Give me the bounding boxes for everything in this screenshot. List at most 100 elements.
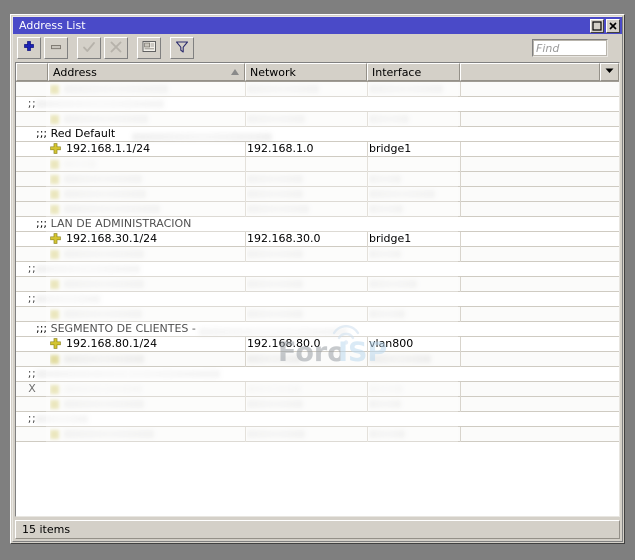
cell-network: 192.168.1.0	[247, 142, 314, 155]
table-row[interactable]	[16, 187, 619, 202]
cell-extra	[462, 397, 619, 411]
chevron-down-icon	[604, 64, 615, 80]
column-header-flag[interactable]	[16, 63, 48, 81]
table-row[interactable]: 192.168.1.1/24 192.168.1.0 bridge1	[16, 142, 619, 157]
table-row[interactable]	[16, 172, 619, 187]
cell-extra	[462, 307, 619, 321]
cell-address	[50, 427, 244, 441]
cell-network	[247, 352, 365, 366]
cell-network	[247, 277, 365, 291]
table-row-comment[interactable]: ;;; Red Default	[16, 127, 619, 142]
column-chooser-button[interactable]	[600, 63, 619, 81]
cell-network: 192.168.80.0	[247, 337, 321, 350]
window-title: Address List	[19, 19, 86, 32]
cell-interface	[369, 82, 459, 96]
table-row[interactable]: X	[16, 382, 619, 397]
item-count-label: 15 items	[22, 523, 71, 536]
table-row-comment[interactable]: ;;	[16, 367, 619, 382]
maximize-button[interactable]	[590, 18, 604, 33]
disable-button[interactable]	[104, 37, 128, 59]
table-column-header: Address Network Interface	[16, 63, 619, 82]
cell-address	[50, 202, 244, 216]
table-row[interactable]: 192.168.30.1/24 192.168.30.0 bridge1	[16, 232, 619, 247]
comment-text	[36, 367, 220, 381]
cell-extra	[462, 247, 619, 261]
comment-text	[36, 412, 88, 426]
cell-network	[247, 247, 365, 261]
cell-network	[247, 382, 365, 396]
table-row-comment[interactable]: ;;	[16, 262, 619, 277]
column-header-interface-label: Interface	[372, 66, 422, 79]
cell-interface	[369, 172, 459, 186]
row-flag	[18, 172, 46, 186]
cell-interface	[369, 382, 459, 396]
row-flag: X	[18, 382, 46, 396]
table-row[interactable]: 192.168.80.1/24 192.168.80.0 vlan800	[16, 337, 619, 352]
cross-icon	[109, 40, 123, 57]
row-flag	[18, 352, 46, 366]
table-row-comment[interactable]: ;;; SEGMENTO DE CLIENTES -	[16, 322, 619, 337]
comment-text	[36, 262, 140, 276]
column-header-network[interactable]: Network	[245, 63, 367, 81]
comment-text: ;;; SEGMENTO DE CLIENTES -	[36, 322, 196, 335]
table-row[interactable]	[16, 352, 619, 367]
address-icon	[50, 338, 61, 351]
cell-network	[247, 202, 365, 216]
table-row-comment[interactable]: ;;; LAN DE ADMINISTRACION	[16, 217, 619, 232]
cell-network	[247, 397, 365, 411]
cell-address	[50, 277, 244, 291]
cell-address: 192.168.80.1/24	[50, 337, 244, 351]
remove-button[interactable]	[44, 37, 68, 59]
cell-interface	[369, 352, 459, 366]
sort-ascending-icon	[231, 69, 239, 75]
column-header-extra[interactable]	[460, 63, 600, 81]
cell-interface	[369, 397, 459, 411]
table-row[interactable]	[16, 157, 619, 172]
table-row[interactable]	[16, 307, 619, 322]
address-table: Address Network Interface ;; ;;; Red Defa…	[15, 62, 620, 517]
column-header-address[interactable]: Address	[48, 63, 245, 81]
cell-network	[247, 157, 365, 171]
table-row[interactable]	[16, 112, 619, 127]
enable-button[interactable]	[77, 37, 101, 59]
row-flag	[18, 232, 46, 246]
table-row[interactable]	[16, 247, 619, 262]
cell-address	[50, 247, 244, 261]
table-row-comment[interactable]: ;;	[16, 412, 619, 427]
comment-button[interactable]	[137, 37, 161, 59]
add-button[interactable]	[17, 37, 41, 59]
cell-address	[50, 157, 244, 171]
status-bar: 15 items	[15, 520, 620, 539]
row-flag	[18, 247, 46, 261]
table-row[interactable]	[16, 277, 619, 292]
cell-network	[247, 307, 365, 321]
column-header-interface[interactable]: Interface	[367, 63, 460, 81]
table-row[interactable]	[16, 397, 619, 412]
cell-extra	[462, 427, 619, 441]
cell-network	[247, 427, 365, 441]
table-row-comment[interactable]: ;;	[16, 292, 619, 307]
filter-button[interactable]	[170, 37, 194, 59]
table-row[interactable]	[16, 82, 619, 97]
comment-text: ;;; Red Default	[36, 127, 116, 140]
column-header-network-label: Network	[250, 66, 296, 79]
table-row[interactable]	[16, 202, 619, 217]
table-row-comment[interactable]: ;;	[16, 97, 619, 112]
search-input[interactable]	[532, 39, 608, 57]
row-flag	[18, 112, 46, 126]
table-rows: ;; ;;; Red Default 192.168.1.1/24 192.168.1…	[16, 82, 619, 516]
comment-text	[36, 292, 100, 306]
close-button[interactable]	[606, 18, 620, 33]
cell-address	[50, 82, 244, 96]
toolbar	[13, 34, 622, 62]
check-icon	[82, 40, 96, 57]
cell-address	[50, 187, 244, 201]
table-row[interactable]	[16, 427, 619, 442]
address-icon	[50, 143, 61, 156]
cell-interface: vlan800	[369, 337, 414, 350]
find-field-wrapper	[532, 39, 608, 57]
cell-address	[50, 352, 244, 366]
cell-extra	[462, 277, 619, 291]
titlebar[interactable]: Address List	[13, 17, 622, 34]
cell-address	[50, 397, 244, 411]
